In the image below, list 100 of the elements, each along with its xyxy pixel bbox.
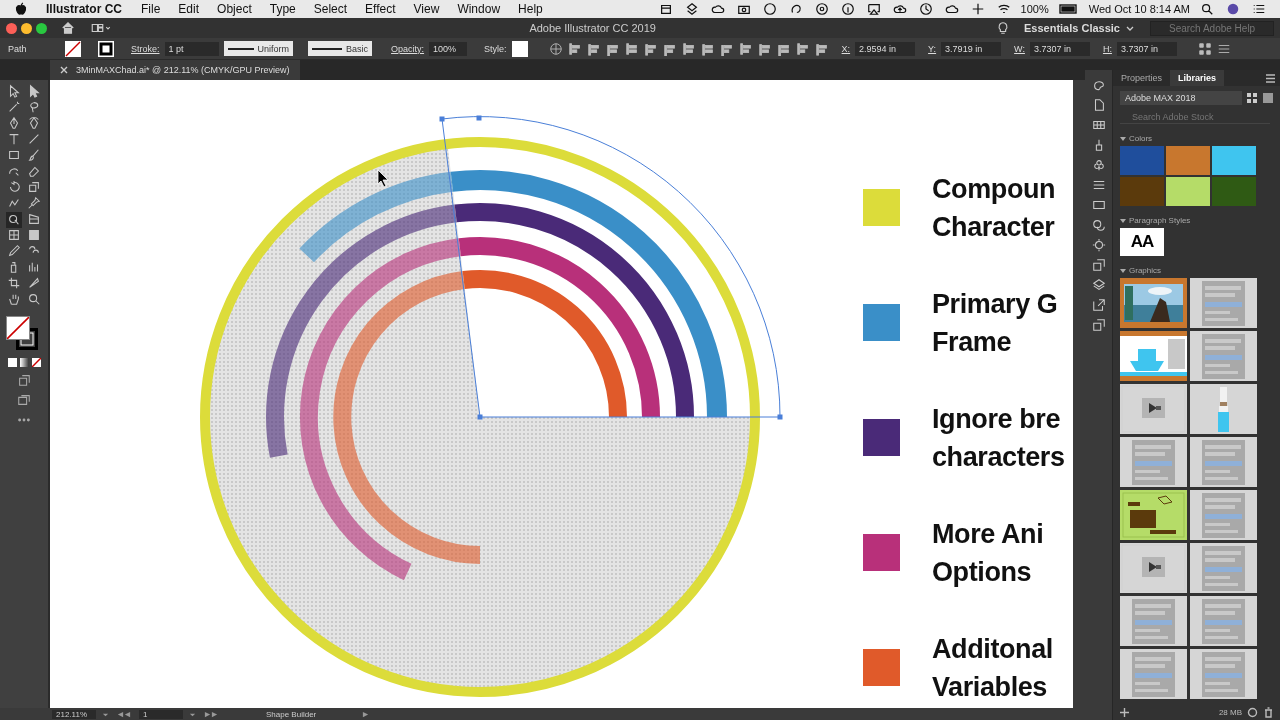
grid-view-icon[interactable] <box>1246 92 1258 104</box>
stroke-label[interactable]: Stroke: <box>131 43 160 54</box>
stroke-profile-dropdown[interactable]: Uniform <box>223 41 294 56</box>
clock[interactable]: Wed Oct 10 8:14 AM <box>1088 3 1190 15</box>
sync-icon[interactable] <box>1247 706 1258 718</box>
align-icon[interactable] <box>795 41 810 56</box>
battery-icon[interactable] <box>1058 2 1079 16</box>
opacity-label[interactable]: Opacity: <box>391 43 425 54</box>
color-mode-button[interactable] <box>7 358 17 367</box>
first-page-icon[interactable] <box>115 710 133 718</box>
search-field[interactable]: Search Adobe Stock <box>1120 110 1270 124</box>
circles-icon[interactable] <box>1091 218 1106 232</box>
panel-tab[interactable]: Libraries <box>1170 70 1225 86</box>
color-swatch[interactable] <box>1120 177 1164 206</box>
triangle-icon[interactable] <box>1120 267 1126 274</box>
align-icon[interactable] <box>700 41 715 56</box>
play-icon[interactable] <box>362 710 369 718</box>
clock-icon[interactable] <box>918 2 933 16</box>
none-mode-icon[interactable] <box>31 358 41 367</box>
close-button[interactable] <box>6 22 17 34</box>
align-icon[interactable] <box>681 41 696 56</box>
align-icon[interactable] <box>624 41 639 56</box>
coordinate-field[interactable]: 3.7307 in <box>1116 41 1177 56</box>
grid-icon[interactable] <box>1091 118 1106 132</box>
menu-item[interactable]: Edit <box>169 2 209 16</box>
stroke-swatch[interactable] <box>98 40 114 57</box>
orb-icon[interactable] <box>1226 2 1240 16</box>
align-icon[interactable] <box>738 41 753 56</box>
coordinate-field[interactable]: 2.9594 in <box>855 41 916 56</box>
paragraph-style-tile[interactable]: AA <box>1120 228 1164 256</box>
document-tab[interactable]: 3MinMAXChad.ai* @ 212.11% (CMYK/GPU Preview) <box>50 60 300 80</box>
library-dropdown[interactable]: Adobe MAX 2018 <box>1120 91 1242 105</box>
align-icon[interactable] <box>586 41 601 56</box>
palette-icon[interactable] <box>1091 78 1106 92</box>
color-swatch[interactable] <box>1166 177 1210 206</box>
color-swatch[interactable] <box>1120 146 1164 175</box>
section-title[interactable]: Colors <box>1129 134 1153 143</box>
style-swatch[interactable] <box>511 40 528 57</box>
squares-icon[interactable] <box>1091 318 1106 332</box>
align-icon[interactable] <box>814 41 829 56</box>
menu-item[interactable]: Effect <box>356 2 405 16</box>
dropbox-icon[interactable] <box>684 2 699 16</box>
artboard-field[interactable]: 1 <box>139 709 183 719</box>
layout-icon[interactable] <box>89 21 113 35</box>
selection-path[interactable] <box>439 115 783 420</box>
lightbulb-icon[interactable] <box>996 21 1010 35</box>
info-icon[interactable] <box>840 2 855 16</box>
workspace-switcher[interactable]: Essentials Classic <box>1024 22 1120 34</box>
fill-swatch[interactable] <box>6 316 30 340</box>
stroke-swatch[interactable] <box>16 328 38 350</box>
menu-item[interactable]: Select <box>304 2 357 16</box>
search-icon[interactable] <box>1200 2 1214 16</box>
menu-item[interactable]: Illustrator CC <box>34 2 132 16</box>
menu-icon[interactable] <box>1265 73 1276 84</box>
apple-icon[interactable] <box>14 2 28 16</box>
layers-icon[interactable] <box>1091 278 1106 292</box>
screen-mode-icon[interactable] <box>17 393 31 407</box>
align-icon[interactable] <box>757 41 772 56</box>
calendar-icon[interactable] <box>658 2 673 16</box>
triangle-icon[interactable] <box>1120 135 1126 142</box>
panel-tab[interactable]: Properties <box>1113 70 1171 86</box>
cloud-icon[interactable] <box>710 2 725 16</box>
trash-icon[interactable] <box>1263 706 1274 718</box>
minimize-button[interactable] <box>21 22 32 34</box>
record-icon[interactable] <box>814 2 829 16</box>
menu-item[interactable]: Object <box>208 2 261 16</box>
stroke-weight-field[interactable]: 1 pt <box>164 41 219 56</box>
cloud-icon[interactable] <box>944 2 959 16</box>
search-field[interactable]: Search Adobe Help <box>1150 20 1274 36</box>
plus-icon[interactable] <box>1119 706 1130 718</box>
gradient-icon[interactable] <box>1091 198 1106 212</box>
opacity-field[interactable]: 100% <box>429 41 468 56</box>
grid-icon[interactable] <box>1197 41 1212 56</box>
draw-mode-icon[interactable] <box>17 373 31 387</box>
align-icon[interactable] <box>567 41 582 56</box>
lines-icon[interactable] <box>1091 178 1106 192</box>
export-icon[interactable] <box>1091 298 1106 312</box>
zoom-button[interactable] <box>36 22 47 34</box>
close-icon[interactable] <box>60 66 68 74</box>
globe-icon[interactable] <box>548 41 563 56</box>
last-page-icon[interactable] <box>202 710 220 718</box>
wifi-icon[interactable] <box>996 2 1011 16</box>
list-icon[interactable] <box>1252 2 1266 16</box>
menu-item[interactable]: View <box>404 2 449 16</box>
triangle-icon[interactable] <box>1120 217 1126 224</box>
sun-icon[interactable] <box>1091 238 1106 252</box>
menu-item[interactable]: Window <box>448 2 510 16</box>
menu-item[interactable]: Help <box>509 2 552 16</box>
color-swatch[interactable] <box>1166 146 1210 175</box>
coordinate-field[interactable]: 3.7307 in <box>1029 41 1090 56</box>
fill-swatch[interactable] <box>65 40 81 57</box>
list-view-icon[interactable] <box>1262 92 1274 104</box>
section-title[interactable]: Graphics <box>1129 266 1161 275</box>
upload-cloud-icon[interactable] <box>892 2 907 16</box>
brush-dropdown[interactable]: Basic <box>308 41 373 56</box>
zoom-field[interactable]: 212.11% <box>52 709 96 719</box>
coordinate-field[interactable]: 3.7919 in <box>941 41 1002 56</box>
gradient-mode-button[interactable] <box>19 358 29 367</box>
color-swatch[interactable] <box>1212 177 1256 206</box>
menu-item[interactable]: File <box>132 2 170 16</box>
